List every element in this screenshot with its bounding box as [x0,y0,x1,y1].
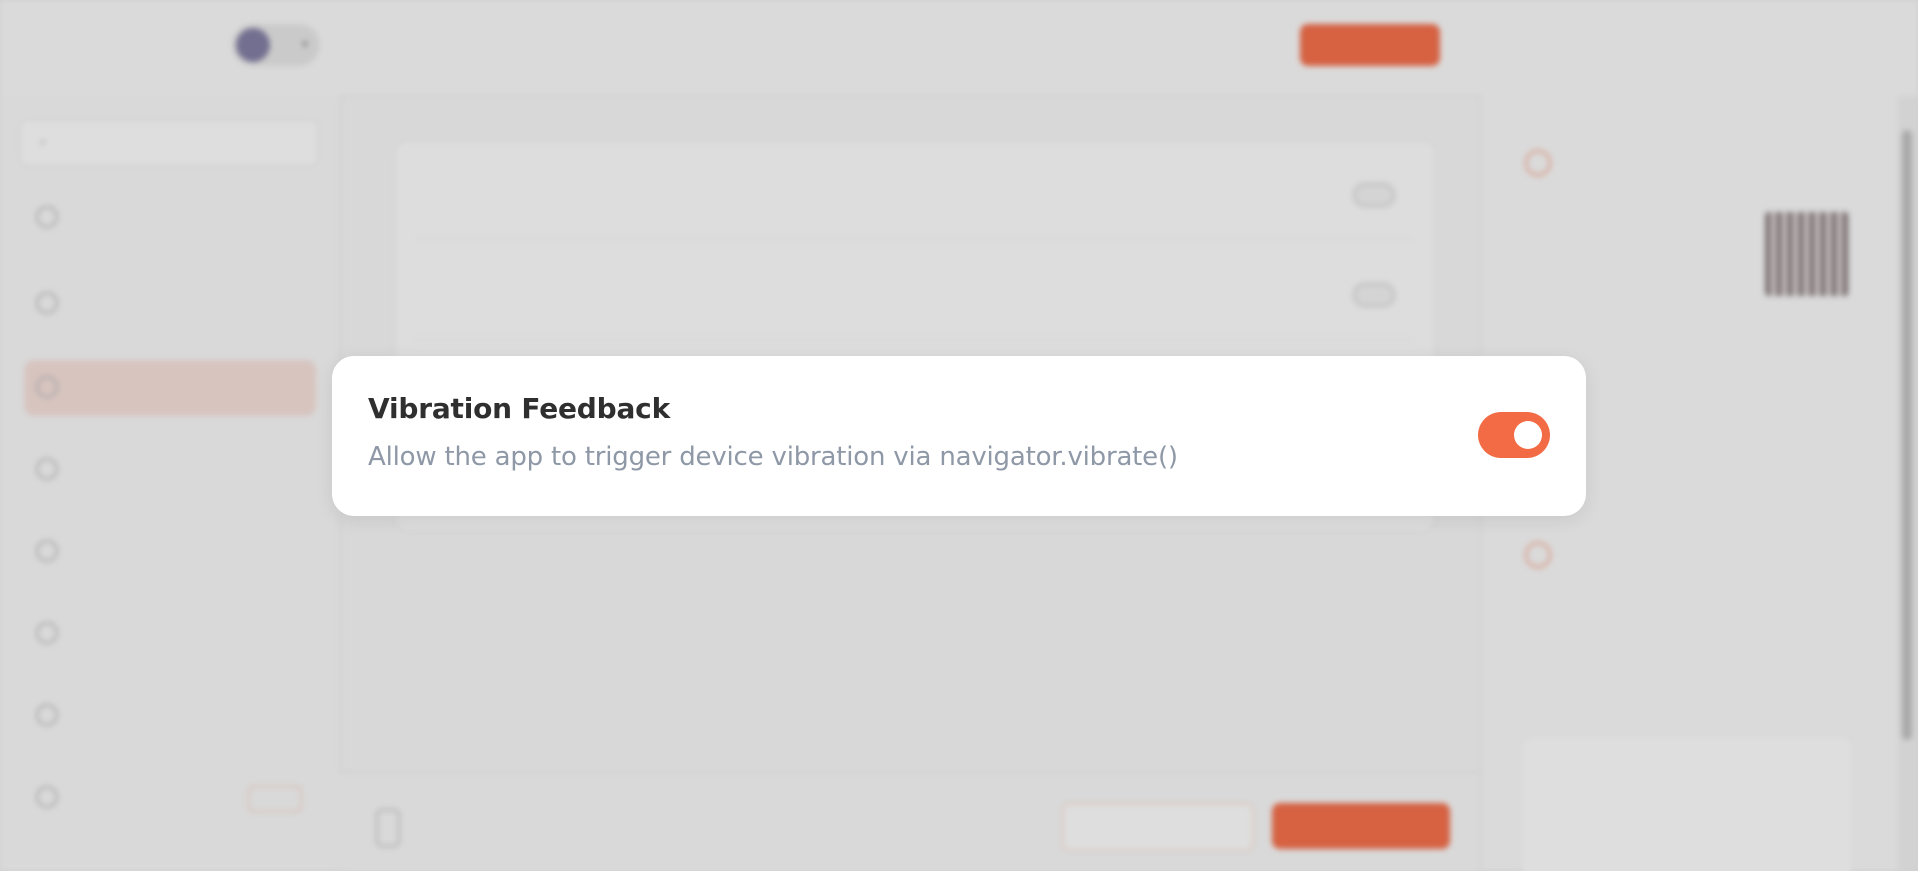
vibration-toggle[interactable] [1478,412,1550,458]
toggle-knob [1514,421,1542,449]
setting-description: Allow the app to trigger device vibratio… [368,442,1178,472]
vibration-feedback-card: Vibration Feedback Allow the app to trig… [332,356,1586,516]
screen: ▾ ⌕ Vibration Feedback Allow the app to … [0,0,1918,871]
setting-title: Vibration Feedback [368,392,670,425]
